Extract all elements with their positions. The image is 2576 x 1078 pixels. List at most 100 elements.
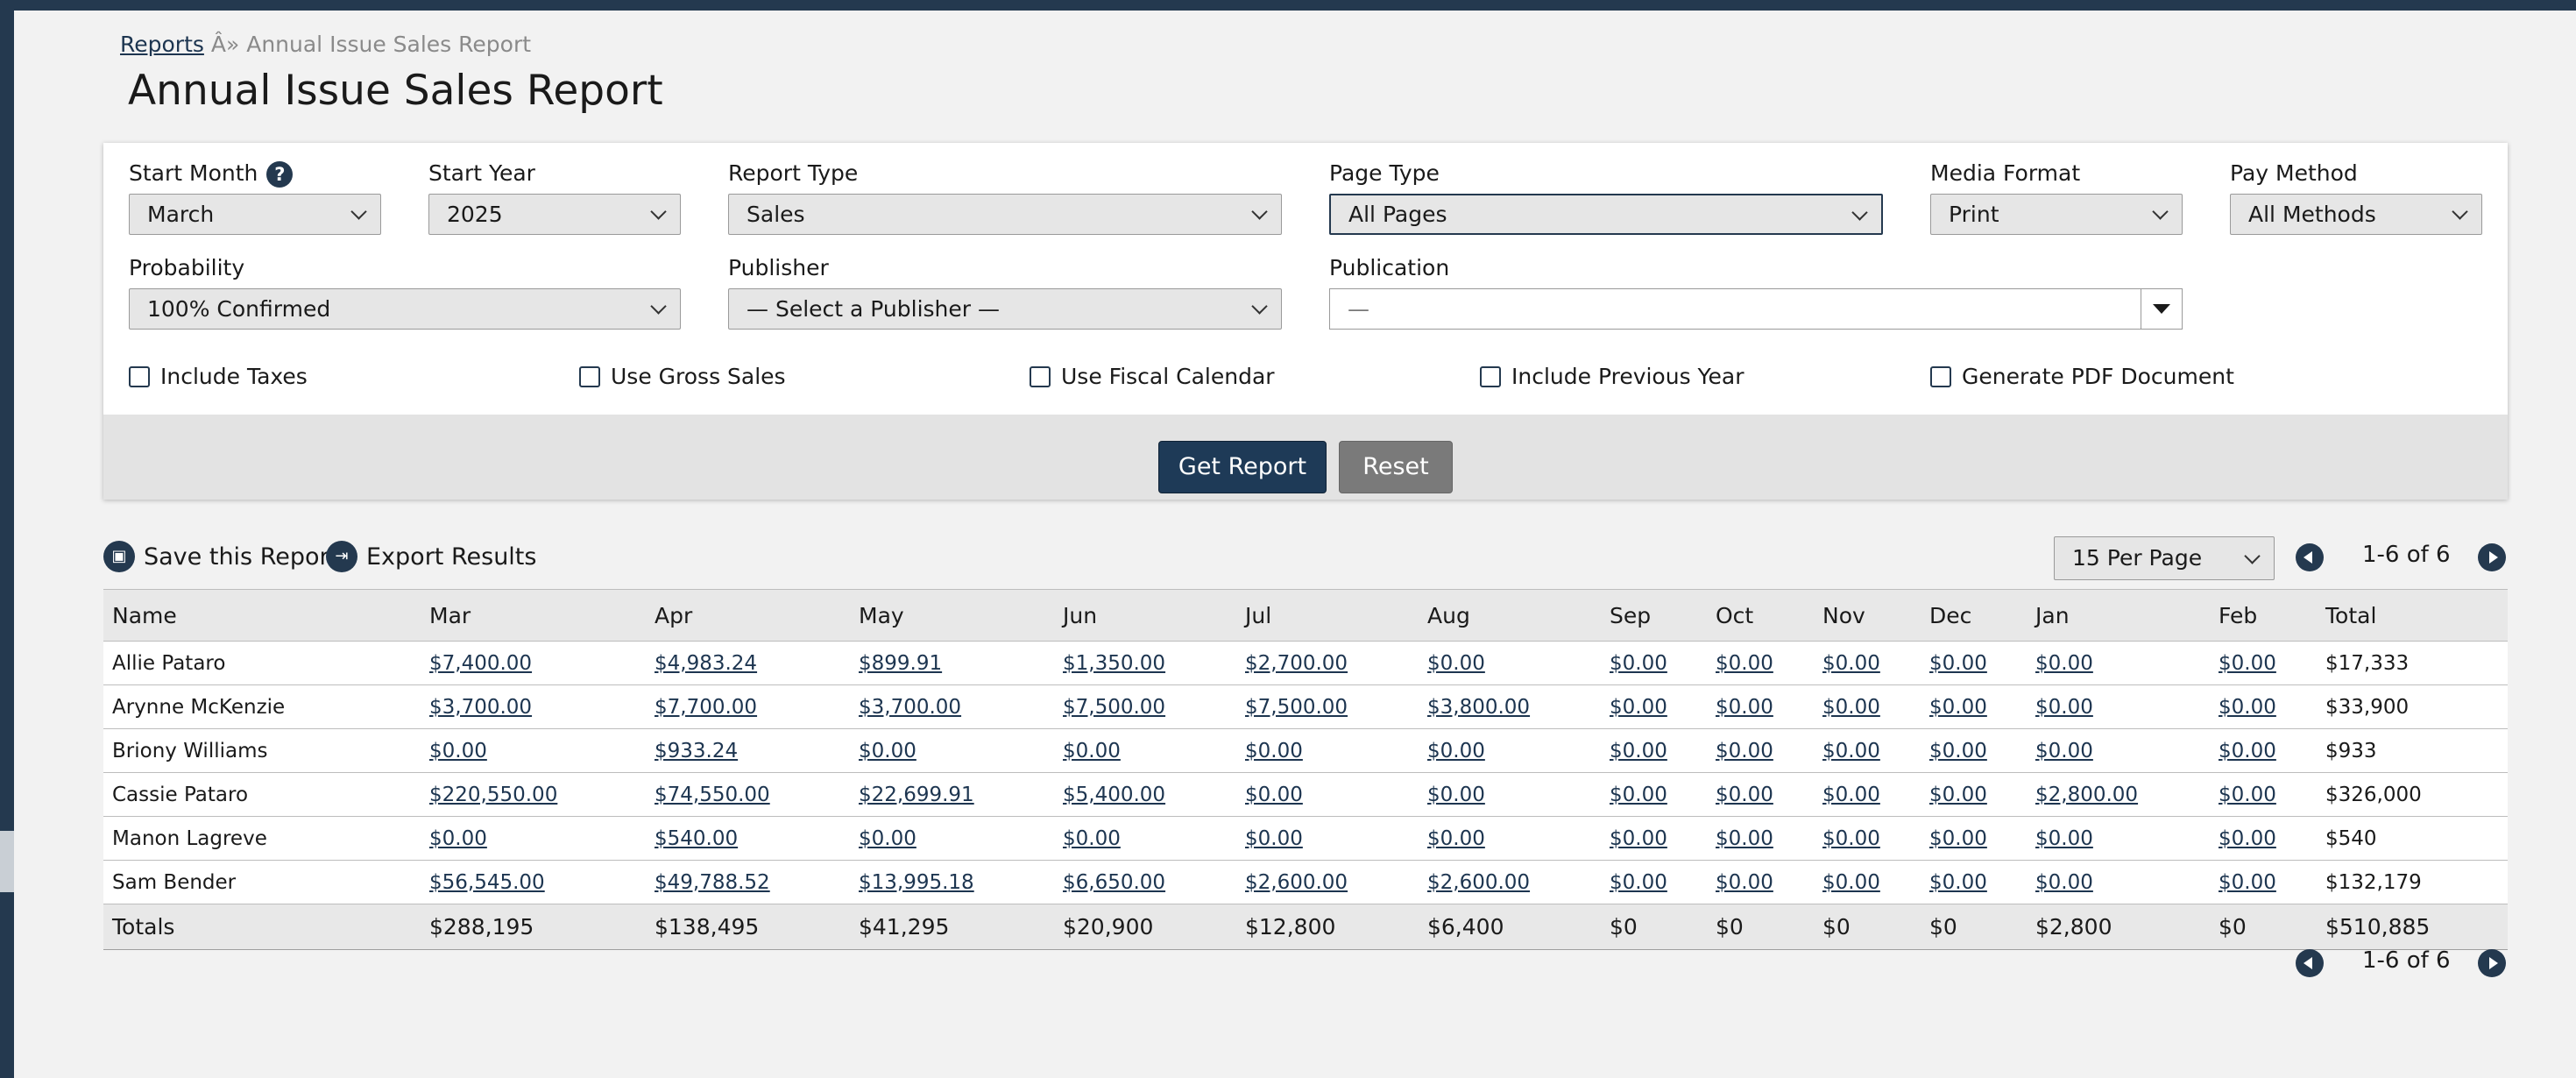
column-header[interactable]: Total: [2317, 589, 2508, 642]
amount-link[interactable]: $0.00: [2035, 696, 2093, 719]
amount-link[interactable]: $0.00: [1929, 784, 1987, 806]
amount-link[interactable]: $5,400.00: [1063, 784, 1165, 806]
column-header[interactable]: Nov: [1814, 589, 1921, 642]
amount-link[interactable]: $0.00: [1716, 652, 1773, 675]
amount-link[interactable]: $0.00: [1929, 696, 1987, 719]
amount-link[interactable]: $0.00: [429, 827, 487, 850]
pay-method-select[interactable]: All Methods: [2230, 194, 2482, 235]
amount-link[interactable]: $0.00: [1822, 652, 1880, 675]
amount-link[interactable]: $6,650.00: [1063, 871, 1165, 894]
start-month-select[interactable]: March: [129, 194, 381, 235]
generate-pdf-checkbox[interactable]: Generate PDF Document: [1930, 364, 2234, 389]
amount-link[interactable]: $2,800.00: [2035, 784, 2138, 806]
amount-link[interactable]: $0.00: [429, 740, 487, 762]
column-header[interactable]: Feb: [2210, 589, 2317, 642]
export-results-link[interactable]: ⇥ Export Results: [326, 541, 536, 572]
column-header[interactable]: Dec: [1921, 589, 2027, 642]
amount-link[interactable]: $540.00: [655, 827, 738, 850]
amount-link[interactable]: $3,700.00: [429, 696, 532, 719]
column-header[interactable]: Mar: [421, 589, 646, 642]
media-format-select[interactable]: Print: [1930, 194, 2183, 235]
amount-link[interactable]: $0.00: [2035, 652, 2093, 675]
amount-link[interactable]: $0.00: [1245, 740, 1303, 762]
use-gross-sales-checkbox[interactable]: Use Gross Sales: [579, 364, 786, 389]
amount-link[interactable]: $56,545.00: [429, 871, 545, 894]
amount-link[interactable]: $0.00: [1929, 740, 1987, 762]
previous-page-icon[interactable]: [2296, 543, 2324, 571]
question-mark-icon[interactable]: ?: [266, 161, 294, 188]
amount-link[interactable]: $933.24: [655, 740, 738, 762]
amount-link[interactable]: $0.00: [2219, 827, 2276, 850]
amount-link[interactable]: $3,700.00: [859, 696, 961, 719]
amount-link[interactable]: $0.00: [2219, 871, 2276, 894]
amount-link[interactable]: $7,500.00: [1245, 696, 1348, 719]
amount-link[interactable]: $0.00: [1063, 827, 1121, 850]
amount-link[interactable]: $49,788.52: [655, 871, 770, 894]
amount-link[interactable]: $0.00: [1610, 871, 1667, 894]
amount-link[interactable]: $3,800.00: [1427, 696, 1530, 719]
amount-link[interactable]: $7,500.00: [1063, 696, 1165, 719]
amount-link[interactable]: $0.00: [1427, 652, 1485, 675]
include-previous-year-checkbox[interactable]: Include Previous Year: [1480, 364, 1744, 389]
amount-link[interactable]: $1,350.00: [1063, 652, 1165, 675]
probability-select[interactable]: 100% Confirmed: [129, 288, 681, 330]
amount-link[interactable]: $0.00: [2035, 871, 2093, 894]
amount-link[interactable]: $0.00: [2219, 652, 2276, 675]
amount-link[interactable]: $0.00: [1063, 740, 1121, 762]
get-report-button[interactable]: Get Report: [1158, 441, 1327, 493]
amount-link[interactable]: $0.00: [1822, 784, 1880, 806]
column-header[interactable]: May: [850, 589, 1054, 642]
column-header[interactable]: Oct: [1707, 589, 1814, 642]
amount-link[interactable]: $0.00: [1245, 784, 1303, 806]
amount-link[interactable]: $4,983.24: [655, 652, 757, 675]
amount-link[interactable]: $899.91: [859, 652, 942, 675]
amount-link[interactable]: $220,550.00: [429, 784, 557, 806]
column-header[interactable]: Sep: [1601, 589, 1707, 642]
column-header[interactable]: Name: [103, 589, 421, 642]
amount-link[interactable]: $0.00: [859, 827, 916, 850]
reset-button[interactable]: Reset: [1339, 441, 1453, 493]
amount-link[interactable]: $0.00: [1610, 784, 1667, 806]
publication-combobox[interactable]: —: [1329, 288, 2183, 330]
use-fiscal-calendar-checkbox[interactable]: Use Fiscal Calendar: [1030, 364, 1275, 389]
left-nav-tab[interactable]: [0, 831, 14, 892]
amount-link[interactable]: $0.00: [2035, 827, 2093, 850]
amount-link[interactable]: $0.00: [859, 740, 916, 762]
amount-link[interactable]: $7,400.00: [429, 652, 532, 675]
publisher-select[interactable]: — Select a Publisher —: [728, 288, 1282, 330]
amount-link[interactable]: $0.00: [1610, 740, 1667, 762]
amount-link[interactable]: $0.00: [1427, 740, 1485, 762]
amount-link[interactable]: $2,600.00: [1427, 871, 1530, 894]
column-header[interactable]: Apr: [646, 589, 850, 642]
column-header[interactable]: Aug: [1419, 589, 1601, 642]
amount-link[interactable]: $7,700.00: [655, 696, 757, 719]
amount-link[interactable]: $74,550.00: [655, 784, 770, 806]
amount-link[interactable]: $0.00: [1822, 740, 1880, 762]
amount-link[interactable]: $0.00: [2219, 696, 2276, 719]
amount-link[interactable]: $0.00: [1427, 784, 1485, 806]
column-header[interactable]: Jul: [1236, 589, 1419, 642]
column-header[interactable]: Jan: [2027, 589, 2210, 642]
amount-link[interactable]: $0.00: [2219, 784, 2276, 806]
amount-link[interactable]: $0.00: [1929, 827, 1987, 850]
start-year-select[interactable]: 2025: [428, 194, 681, 235]
caret-down-icon[interactable]: [2141, 289, 2182, 329]
amount-link[interactable]: $0.00: [1716, 827, 1773, 850]
amount-link[interactable]: $2,700.00: [1245, 652, 1348, 675]
amount-link[interactable]: $0.00: [1610, 652, 1667, 675]
amount-link[interactable]: $0.00: [1822, 827, 1880, 850]
amount-link[interactable]: $0.00: [2219, 740, 2276, 762]
previous-page-icon[interactable]: [2296, 949, 2324, 977]
amount-link[interactable]: $0.00: [1929, 871, 1987, 894]
amount-link[interactable]: $13,995.18: [859, 871, 974, 894]
next-page-icon[interactable]: [2478, 949, 2506, 977]
amount-link[interactable]: $0.00: [1610, 696, 1667, 719]
amount-link[interactable]: $22,699.91: [859, 784, 974, 806]
amount-link[interactable]: $0.00: [1822, 871, 1880, 894]
breadcrumb-reports-link[interactable]: Reports: [120, 32, 204, 57]
amount-link[interactable]: $0.00: [1929, 652, 1987, 675]
include-taxes-checkbox[interactable]: Include Taxes: [129, 364, 308, 389]
column-header[interactable]: Jun: [1054, 589, 1236, 642]
report-type-select[interactable]: Sales: [728, 194, 1282, 235]
amount-link[interactable]: $0.00: [1716, 871, 1773, 894]
